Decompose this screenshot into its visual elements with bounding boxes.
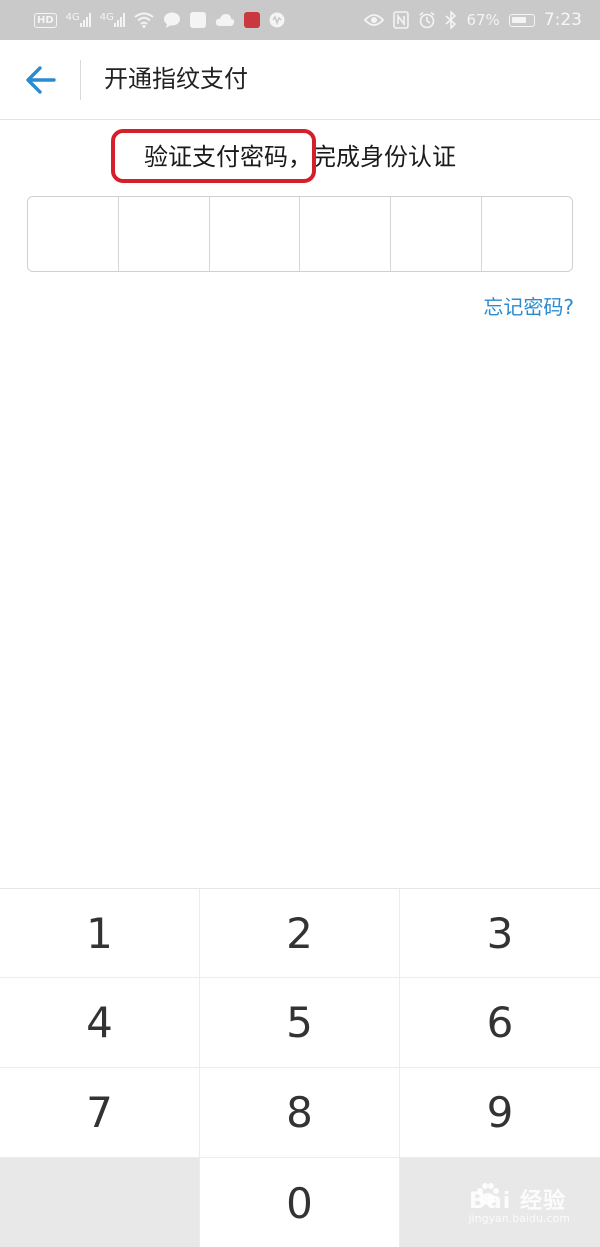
pin-cell[interactable] — [28, 197, 119, 271]
key-9[interactable]: 9 — [400, 1068, 600, 1158]
pin-cell[interactable] — [300, 197, 392, 271]
alarm-icon — [419, 11, 435, 29]
key-6[interactable]: 6 — [400, 978, 600, 1068]
pin-cell[interactable] — [482, 197, 572, 271]
wifi-icon — [134, 12, 154, 28]
pin-cell[interactable] — [118, 197, 210, 271]
key-3[interactable]: 3 — [400, 889, 600, 978]
key-0[interactable]: 0 — [200, 1158, 400, 1247]
hd-badge: HD — [34, 12, 57, 28]
status-bar: HD 4G 4G 67% 7:23 — [0, 0, 600, 40]
battery-icon — [508, 13, 535, 27]
status-bar-right: 67% 7:23 — [364, 10, 582, 30]
header: 开通指纹支付 — [0, 40, 600, 120]
battery-percent: 67% — [466, 11, 500, 29]
reader-app-icon — [243, 12, 260, 28]
cloud-icon — [215, 14, 235, 26]
nfc-icon — [393, 11, 410, 29]
pin-input[interactable] — [27, 196, 573, 272]
key-8[interactable]: 8 — [200, 1068, 400, 1158]
header-divider — [80, 60, 81, 100]
page-title: 开通指纹支付 — [104, 65, 248, 93]
pin-cell[interactable] — [391, 197, 483, 271]
key-2[interactable]: 2 — [200, 889, 400, 978]
baidu-watermark-url: jingyan.baidu.com — [468, 1212, 570, 1225]
audio-app-icon — [269, 12, 285, 28]
signal-4g-icon: 4G — [66, 12, 91, 27]
key-7[interactable]: 7 — [0, 1068, 200, 1158]
key-4[interactable]: 4 — [0, 978, 200, 1068]
highlight-annotation — [111, 129, 316, 183]
key-5[interactable]: 5 — [200, 978, 400, 1068]
status-bar-left: HD 4G 4G — [34, 12, 285, 28]
eye-icon — [364, 14, 385, 26]
video-app-icon — [189, 12, 206, 28]
baidu-watermark: Bai 经验 — [469, 1189, 566, 1214]
key-blank-left — [0, 1158, 200, 1247]
back-arrow-icon[interactable] — [24, 64, 58, 96]
message-icon — [163, 12, 180, 28]
forgot-password-link[interactable]: 忘记密码? — [483, 292, 574, 322]
pin-cell[interactable] — [209, 197, 301, 271]
key-1[interactable]: 1 — [0, 889, 200, 978]
clock: 7:23 — [543, 10, 582, 30]
signal-4g-secondary-icon: 4G — [100, 12, 125, 27]
bluetooth-icon — [445, 11, 457, 29]
